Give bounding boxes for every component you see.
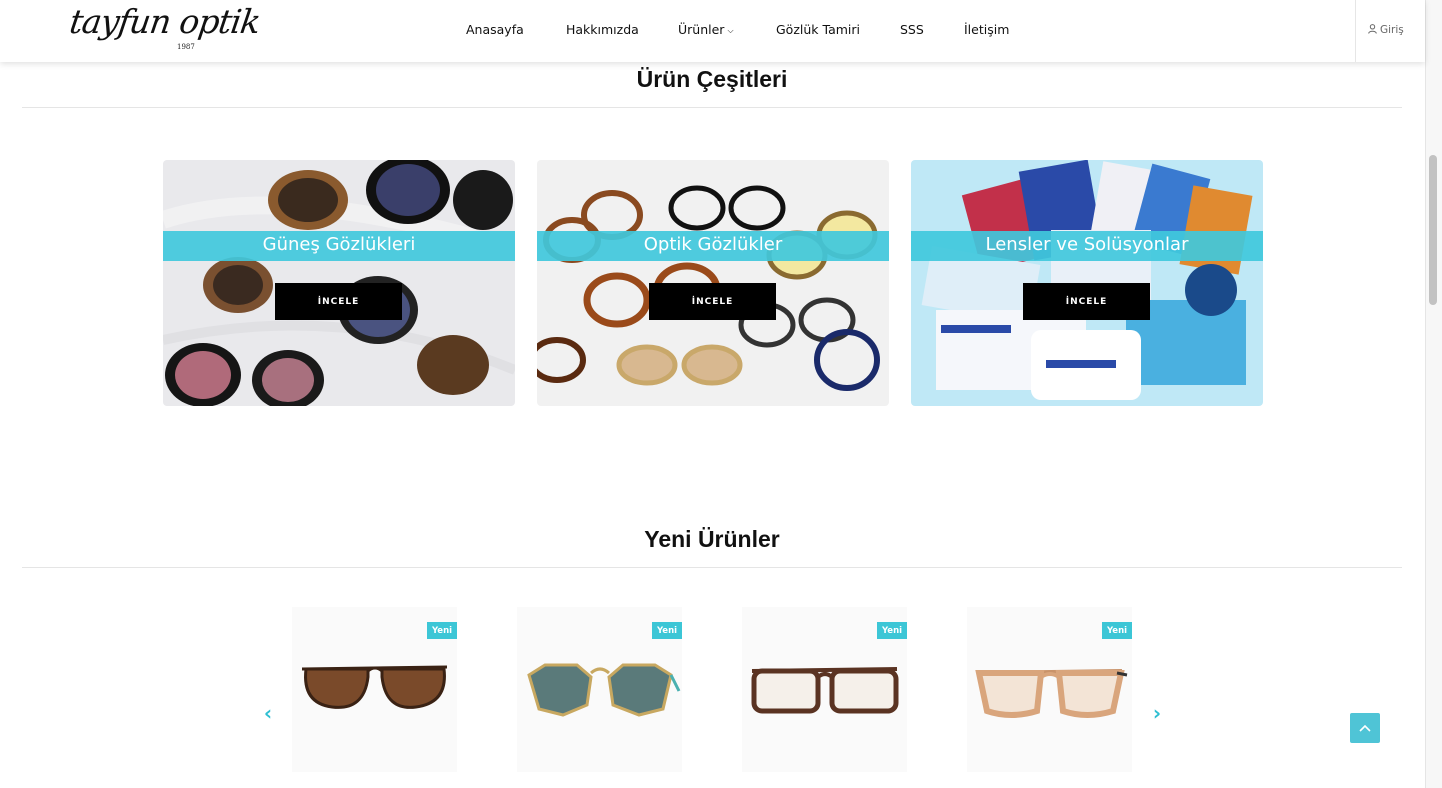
incele-button[interactable]: İNCELE [1023, 283, 1150, 320]
incele-button[interactable]: İNCELE [649, 283, 776, 320]
card-title: Optik Gözlükler [643, 234, 783, 255]
nav-item-urunler-label: Ürünler [678, 22, 725, 37]
new-badge: Yeni [652, 622, 682, 639]
logo-year: 1987 [177, 43, 195, 51]
categories-title: Ürün Çeşitleri [636, 66, 788, 92]
logo[interactable]: tayfun optik 1987 [67, 2, 262, 58]
new-products-divider [22, 567, 1402, 568]
new-products-title: Yeni Ürünler [644, 526, 780, 552]
new-badge: Yeni [877, 622, 907, 639]
product-card[interactable]: Yeni [292, 607, 457, 772]
chevron-down-icon: ⌵ [727, 25, 734, 35]
nav-item-sss[interactable]: SSS [900, 22, 924, 37]
nav-item-anasayfa[interactable]: Anasayfa [466, 22, 524, 37]
categories-divider [22, 107, 1402, 108]
nav-item-iletisim[interactable]: İletişim [964, 22, 1009, 37]
back-to-top-button[interactable] [1350, 713, 1380, 743]
logo-text: tayfun optik [67, 2, 263, 41]
login-link[interactable]: Giriş [1368, 24, 1404, 36]
new-badge: Yeni [1102, 622, 1132, 639]
card-title: Güneş Gözlükleri [262, 234, 416, 255]
chevron-up-icon [1359, 724, 1371, 732]
incele-button[interactable]: İNCELE [275, 283, 402, 320]
carousel-next-arrow[interactable]: › [1146, 702, 1168, 724]
site-header: tayfun optik 1987 Anasayfa Hakkımızda Ür… [0, 0, 1425, 62]
nav-item-gozluk-tamiri[interactable]: Gözlük Tamiri [776, 22, 860, 37]
nav-item-urunler[interactable]: Ürünler ⌵ [678, 22, 734, 37]
product-card[interactable]: Yeni [742, 607, 907, 772]
category-card-optik-gozlukler[interactable]: Optik Gözlükler İNCELE [537, 160, 889, 406]
carousel-prev-arrow[interactable]: ‹ [257, 702, 279, 724]
category-card-lensler-ve-solusyonlar[interactable]: Lensler ve Solüsyonlar İNCELE [911, 160, 1263, 406]
product-card[interactable]: Yeni [967, 607, 1132, 772]
scrollbar-track[interactable] [1425, 0, 1442, 788]
nav-item-hakkimizda[interactable]: Hakkımızda [566, 22, 639, 37]
card-title: Lensler ve Solüsyonlar [985, 234, 1189, 255]
login-area: Giriş [1355, 0, 1425, 62]
category-card-gunes-gozlukleri[interactable]: Güneş Gözlükleri İNCELE [163, 160, 515, 406]
new-badge: Yeni [427, 622, 457, 639]
scrollbar-thumb[interactable] [1429, 155, 1437, 305]
login-label: Giriş [1380, 24, 1404, 36]
user-icon [1368, 24, 1377, 34]
product-card[interactable]: Yeni [517, 607, 682, 772]
